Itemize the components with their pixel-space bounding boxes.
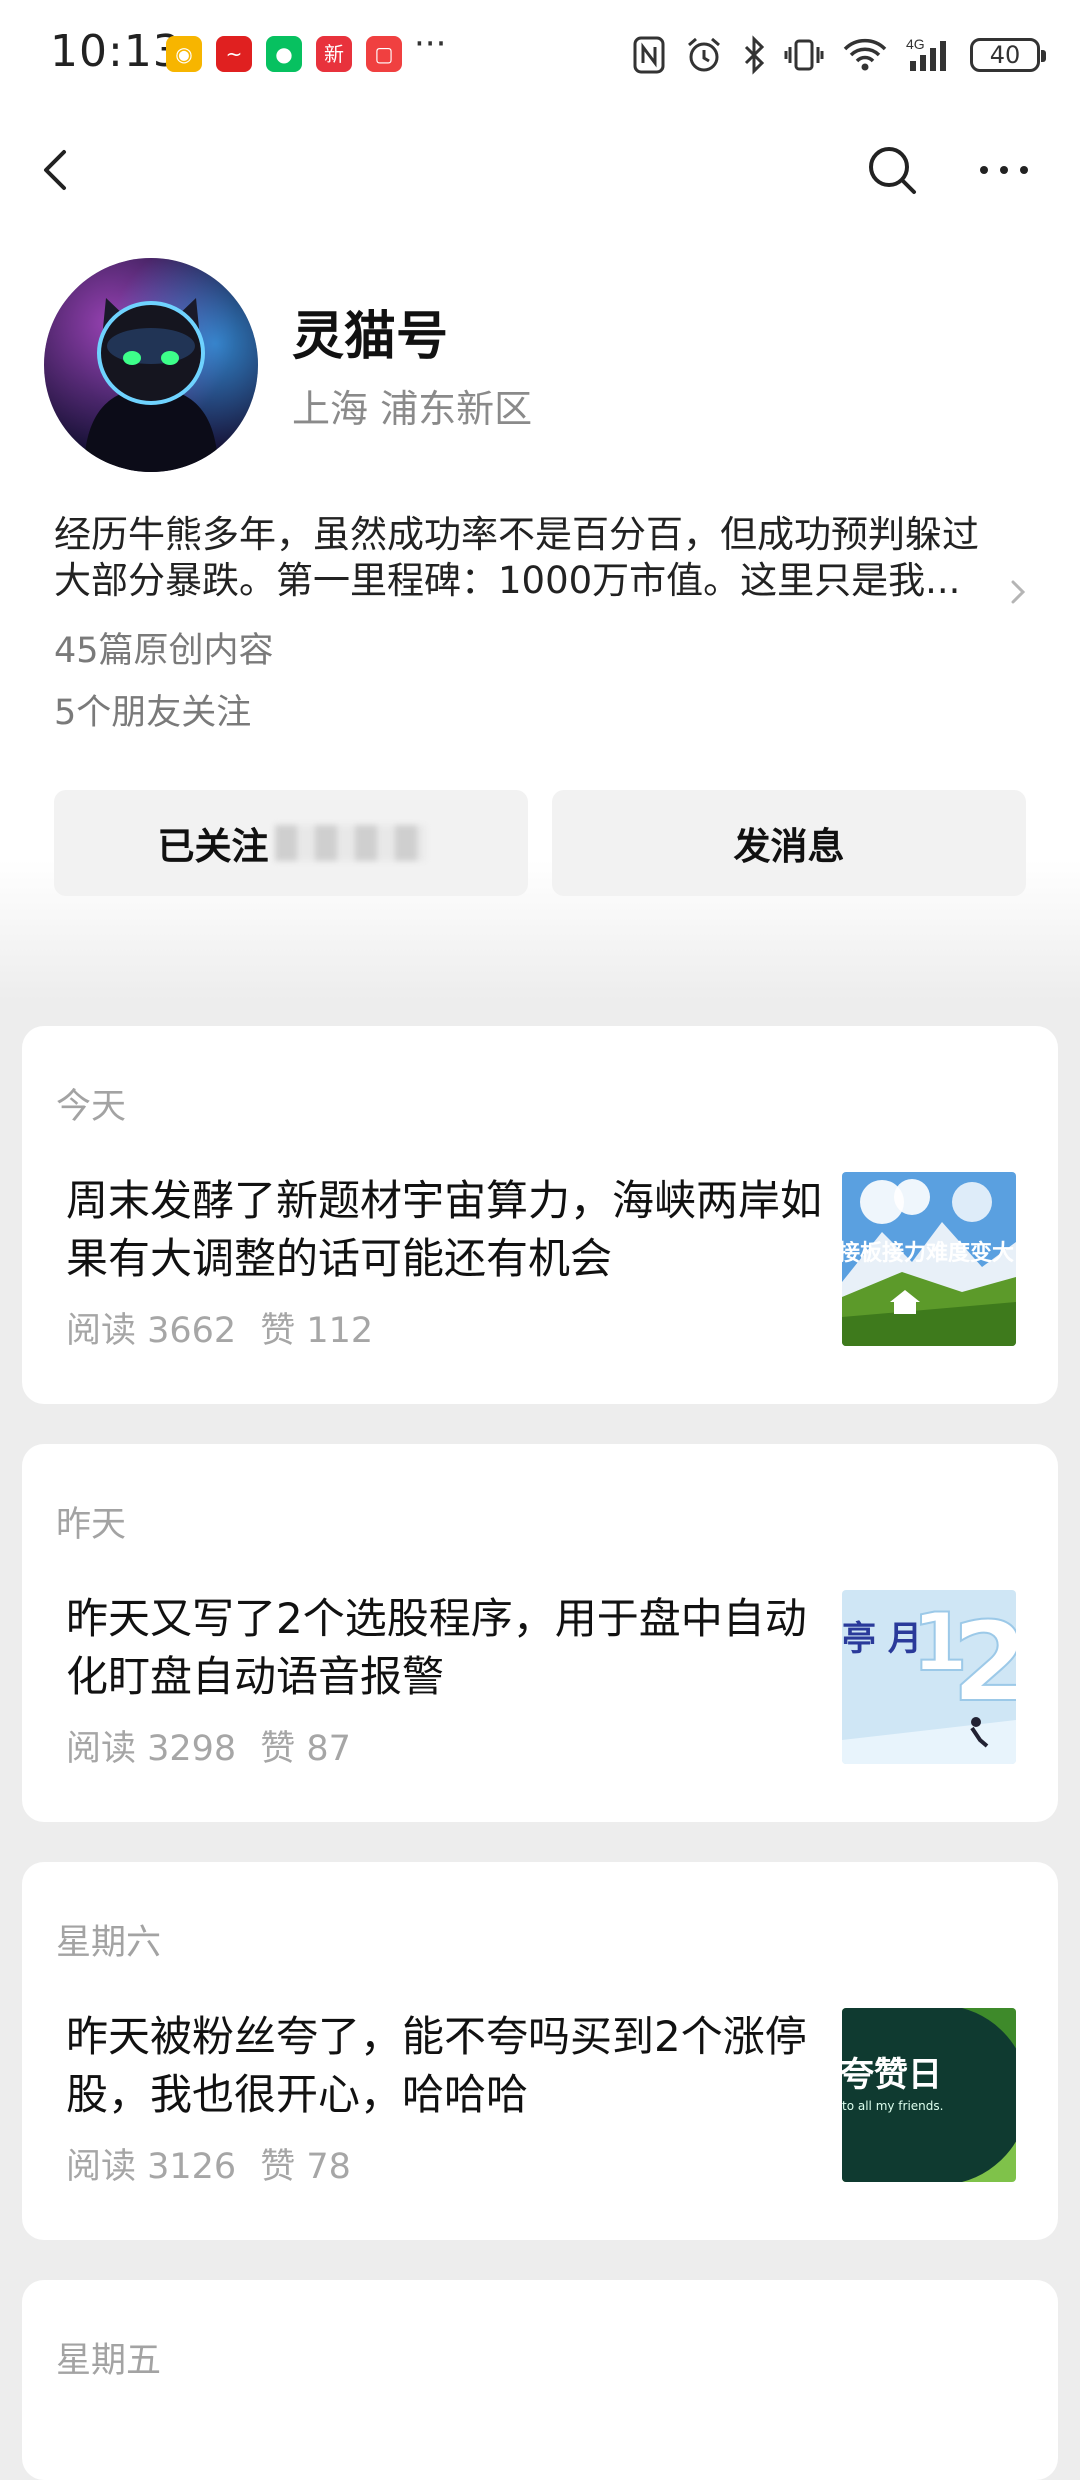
followed-button-label: 已关注 [157,825,269,868]
article-stats: 阅读 3662 赞 112 [66,1302,373,1353]
battery-level: 40 [989,41,1021,69]
vibrate-icon [784,39,824,71]
thumbnail-text: 夸赞日 [842,2055,942,2095]
more-options-icon[interactable] [974,140,1034,200]
original-articles-count[interactable]: 45篇原创内容 [54,622,274,673]
followed-button[interactable]: 已关注 [54,790,528,896]
friends-following-count[interactable]: 5个朋友关注 [54,684,251,735]
article-title[interactable]: 昨天又写了2个选股程序，用于盘中自动化盯盘自动语音报警 [66,1590,836,1706]
thumbnail-subtext: to all my friends. [842,2099,943,2113]
thumbnail-text: 接板接力难度变大 [842,1240,1014,1266]
red-app-icon: ▢ [366,36,402,72]
nfc-icon [633,36,665,74]
article-day: 今天 [56,1087,127,1127]
redacted-text [274,825,425,861]
article-reads: 阅读 3298 [66,1729,237,1769]
thumbnail-text: 亭 月 [842,1619,922,1659]
network-type-label: 4G [906,36,925,52]
article-card[interactable]: 昨天 昨天又写了2个选股程序，用于盘中自动化盯盘自动语音报警 阅读 3298 赞 … [22,1444,1058,1822]
article-stats: 阅读 3298 赞 87 [66,1720,351,1771]
bluetooth-icon [744,35,765,75]
account-bio[interactable]: 经历牛熊多年，虽然成功率不是百分百，但成功预判躲过 大部分暴跌。第一里程碑：10… [54,512,1014,604]
send-message-button[interactable]: 发消息 [552,790,1026,896]
chevron-right-icon[interactable] [1005,572,1033,612]
article-thumbnail[interactable]: 2 1 亭 月 [842,1590,1016,1764]
article-title[interactable]: 昨天被粉丝夸了，能不夸吗买到2个涨停股，我也很开心，哈哈哈 [66,2008,836,2124]
article-reads: 阅读 3126 [66,2147,237,2187]
back-arrow-icon[interactable] [30,140,90,200]
status-time: 10:13 [50,26,182,77]
wifi-icon [843,38,887,71]
article-thumbnail[interactable]: 接板接力难度变大 [842,1172,1016,1346]
article-card[interactable]: 星期六 昨天被粉丝夸了，能不夸吗买到2个涨停股，我也很开心，哈哈哈 阅读 312… [22,1862,1058,2240]
account-location: 上海 浦东新区 [292,387,533,431]
article-card[interactable]: 星期五 [22,2280,1058,2480]
alarm-icon [688,37,720,72]
bio-line-2: 大部分暴跌。第一里程碑：1000万市值。这里只是我... [54,559,961,602]
cellular-signal-icon: 4G [906,36,946,71]
article-reads: 阅读 3662 [66,1311,237,1351]
article-day: 星期六 [56,1923,162,1963]
article-day: 昨天 [56,1505,127,1545]
article-card[interactable]: 今天 周末发酵了新题材宇宙算力，海峡两岸如果有大调整的话可能还有机会 阅读 36… [22,1026,1058,1404]
article-likes: 赞 78 [260,2147,351,2187]
finance-app-icon: ~ [216,36,252,72]
article-day: 星期五 [56,2341,162,2381]
status-bar: 10:13 ◉ ~ ● 新 ▢ ··· 4G 40 [0,0,1080,110]
avatar[interactable] [44,258,258,472]
article-title[interactable]: 周末发酵了新题材宇宙算力，海峡两岸如果有大调整的话可能还有机会 [66,1172,836,1288]
bio-line-1: 经历牛熊多年，虽然成功率不是百分百，但成功预判躲过 [54,513,979,556]
send-message-label: 发消息 [733,825,845,868]
wechat-icon: ● [266,36,302,72]
more-notifications-icon: ··· [414,24,447,64]
search-icon[interactable] [862,140,922,200]
article-thumbnail[interactable]: 夸赞日 to all my friends. [842,2008,1016,2182]
news-app-icon: 新 [316,36,352,72]
article-stats: 阅读 3126 赞 78 [66,2138,351,2189]
nav-bar [0,130,1080,210]
article-likes: 赞 87 [260,1729,351,1769]
article-likes: 赞 112 [260,1311,374,1351]
weibo-icon: ◉ [166,36,202,72]
system-icons: 4G 40 [632,30,1046,80]
account-name: 灵猫号 [292,307,449,367]
battery-icon: 40 [970,38,1046,72]
